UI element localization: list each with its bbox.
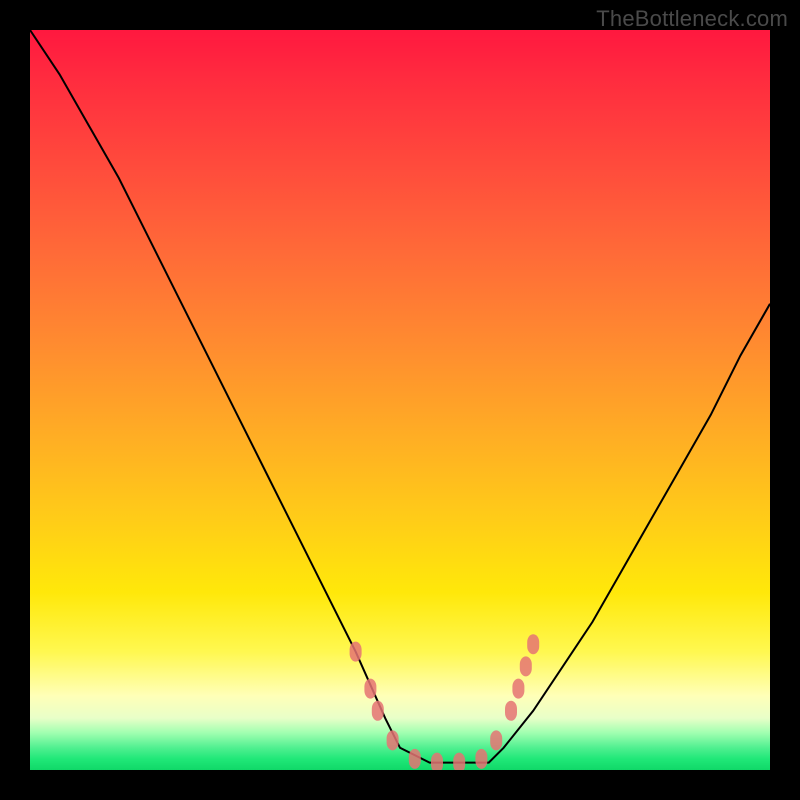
trough-marker <box>364 679 376 699</box>
trough-marker <box>527 634 539 654</box>
trough-marker <box>350 642 362 662</box>
trough-marker <box>372 701 384 721</box>
trough-marker <box>409 749 421 769</box>
plot-area <box>30 30 770 770</box>
trough-marker <box>431 753 443 770</box>
trough-marker <box>453 753 465 770</box>
chart-frame: TheBottleneck.com <box>0 0 800 800</box>
trough-markers <box>350 634 540 770</box>
trough-marker <box>387 730 399 750</box>
bottleneck-curve-svg <box>30 30 770 770</box>
trough-marker <box>475 749 487 769</box>
trough-marker <box>490 730 502 750</box>
bottleneck-curve <box>30 30 770 763</box>
trough-marker <box>520 656 532 676</box>
watermark-text: TheBottleneck.com <box>596 6 788 32</box>
trough-marker <box>505 701 517 721</box>
trough-marker <box>512 679 524 699</box>
